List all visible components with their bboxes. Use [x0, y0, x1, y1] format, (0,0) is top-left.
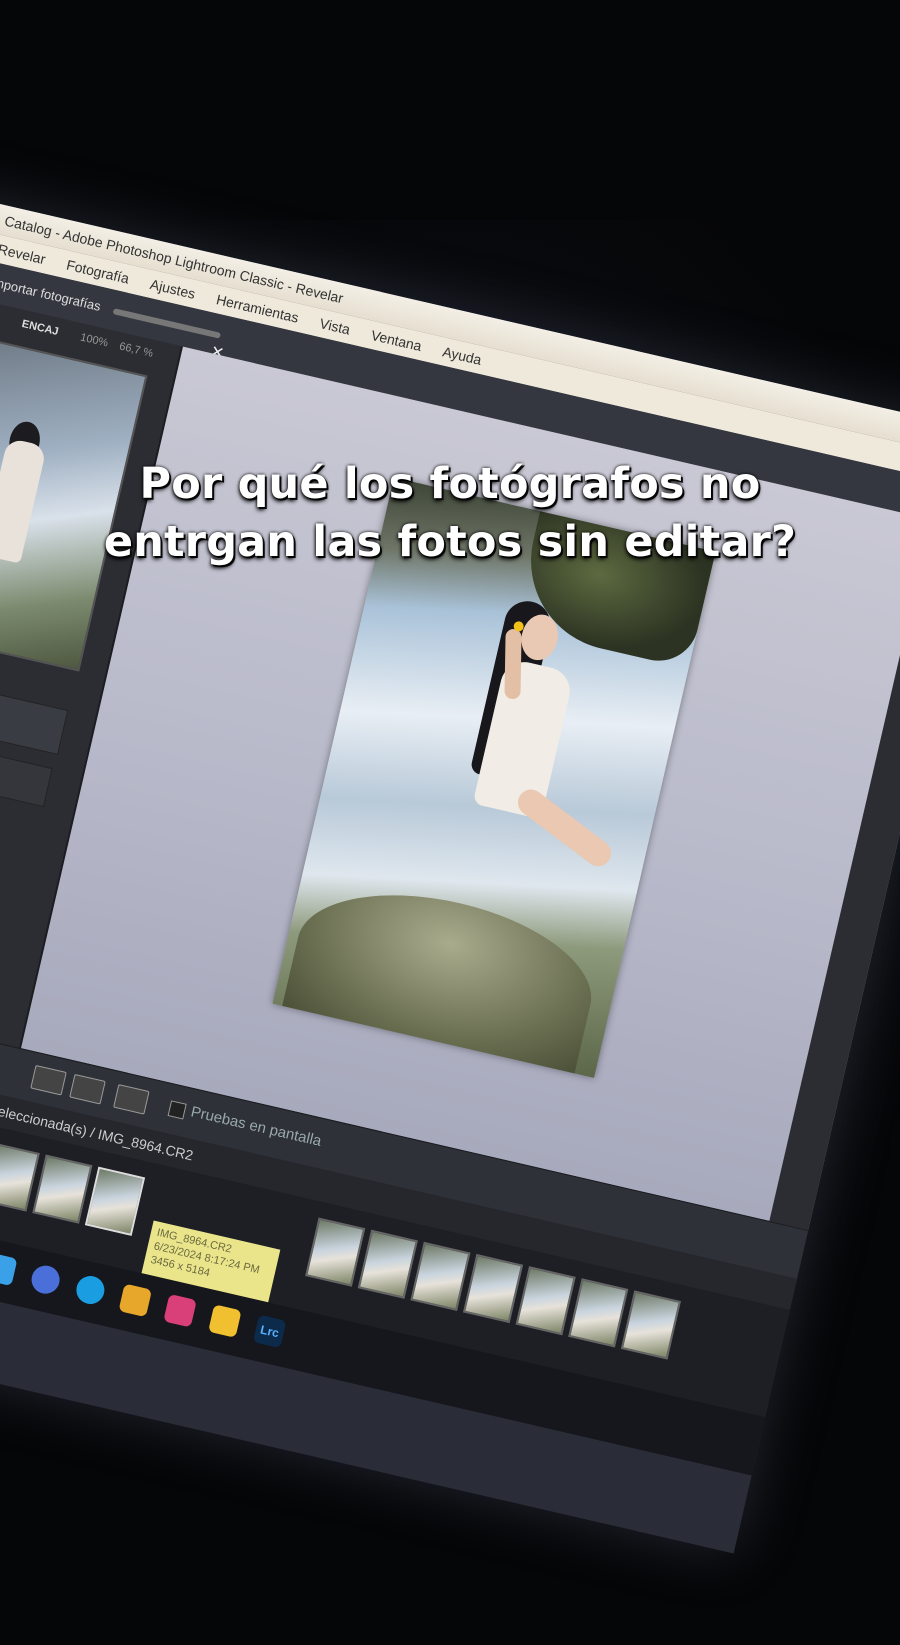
filmstrip-thumb[interactable]: [515, 1266, 576, 1336]
photo-rock-bottom: [282, 869, 607, 1074]
soft-proof-checkbox[interactable]: [167, 1100, 187, 1120]
history-slider-panel[interactable]: [0, 671, 69, 756]
instagram-icon[interactable]: [163, 1293, 197, 1328]
filmstrip-thumb[interactable]: [620, 1290, 682, 1360]
loupe-view-button[interactable]: [30, 1064, 67, 1096]
photo-leg: [512, 784, 617, 872]
filmstrip-thumb-selected[interactable]: [84, 1166, 146, 1236]
lightroom-window: Catalog - Adobe Photoshop Lightroom Clas…: [0, 190, 900, 1554]
zoom-option-2[interactable]: 66,7 %: [118, 341, 154, 360]
photo-arm: [504, 628, 522, 700]
edge-browser-icon[interactable]: [73, 1273, 108, 1307]
zoom-option-1[interactable]: 100%: [79, 332, 109, 350]
folder-icon[interactable]: [208, 1304, 242, 1338]
zoom-fit-option[interactable]: ENCAJ: [21, 318, 60, 338]
caption-line-1: Por qué los fotógrafos no: [139, 459, 761, 509]
caption-line-2: entrgan las fotos sin editar?: [103, 517, 797, 567]
store-icon[interactable]: [0, 1252, 18, 1287]
before-after-button[interactable]: [69, 1073, 106, 1105]
filmstrip-thumb[interactable]: [32, 1154, 93, 1224]
filmstrip-thumb[interactable]: [462, 1253, 524, 1324]
filmstrip-thumb[interactable]: [357, 1229, 418, 1299]
video-caption: Por qué los fotógrafos no entrgan las fo…: [0, 455, 900, 571]
filmstrip-thumb[interactable]: [410, 1241, 471, 1312]
filmstrip-thumb[interactable]: [568, 1278, 629, 1348]
chat-icon[interactable]: [28, 1262, 63, 1297]
lightroom-app-icon[interactable]: Lrc: [252, 1314, 287, 1349]
microsoft-store-icon[interactable]: [118, 1283, 153, 1318]
filmstrip-thumb[interactable]: [305, 1217, 366, 1287]
yy-view-button[interactable]: [113, 1084, 150, 1115]
photo-of-monitor: Catalog - Adobe Photoshop Lightroom Clas…: [0, 0, 900, 1645]
